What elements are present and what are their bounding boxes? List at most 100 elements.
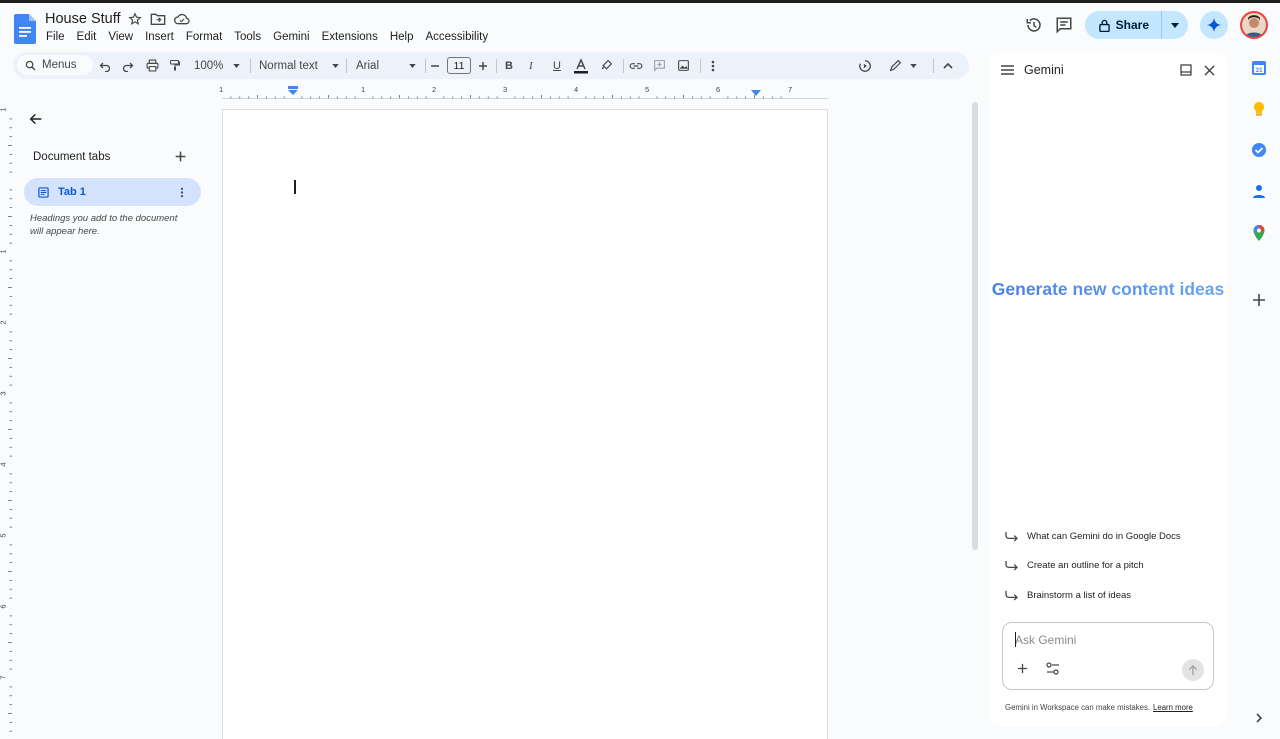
print-icon[interactable] (146, 52, 159, 79)
dock-panel-icon[interactable] (1180, 64, 1192, 76)
toolbar-divider (346, 59, 347, 73)
insert-image-icon[interactable] (677, 52, 690, 79)
send-button[interactable] (1182, 659, 1204, 681)
share-dropdown-button[interactable] (1162, 11, 1188, 39)
title-actions (128, 12, 190, 26)
gemini-disclaimer: Gemini in Workspace can make mistakes. Le… (1005, 703, 1193, 712)
document-tabs-heading: Document tabs (33, 151, 111, 163)
gemini-hero-text: Generate new content ideas (989, 277, 1227, 301)
ruler-label: 7 (0, 675, 8, 679)
chevron-down-icon (332, 63, 339, 68)
toolbar: Menus 100% Normal text Arial 11 B I U (13, 52, 969, 79)
collapse-toolbar-icon[interactable] (943, 52, 953, 79)
ruler-label: 2 (0, 320, 8, 324)
right-indent-marker-icon[interactable] (751, 90, 761, 96)
ruler-label: 5 (645, 85, 650, 94)
add-comment-icon[interactable] (653, 52, 666, 79)
bold-icon[interactable]: B (505, 52, 513, 79)
share-button[interactable]: Share (1084, 11, 1188, 39)
close-icon[interactable] (1204, 64, 1215, 76)
get-add-ons-plus-icon[interactable] (1250, 291, 1268, 309)
ruler-label: 1 (219, 85, 224, 94)
paragraph-style-select[interactable]: Normal text (259, 52, 339, 79)
italic-icon[interactable]: I (529, 52, 533, 79)
menu-gemini[interactable]: Gemini (267, 30, 315, 44)
paragraph-style-value: Normal text (259, 59, 318, 72)
close-outline-back-arrow-icon[interactable] (28, 111, 44, 127)
chevron-right-icon[interactable] (1250, 711, 1268, 725)
suggestion-label: Brainstorm a list of ideas (1027, 590, 1132, 601)
increase-font-size-icon[interactable] (478, 52, 488, 79)
toolbar-divider (933, 59, 934, 73)
menu-file[interactable]: File (40, 30, 71, 44)
search-icon (25, 60, 36, 71)
toolbar-divider (250, 59, 251, 73)
contacts-icon[interactable] (1250, 182, 1268, 200)
horizontal-ruler[interactable]: 1 1 2 3 4 5 6 7 (219, 85, 828, 99)
document-scrollbar[interactable] (972, 102, 978, 550)
more-options-icon[interactable] (711, 52, 715, 79)
menu-accessibility[interactable]: Accessibility (419, 30, 494, 44)
text-color-icon[interactable] (573, 52, 589, 79)
watch-progress-icon[interactable] (858, 52, 872, 79)
cloud-saved-icon[interactable] (174, 12, 190, 26)
underline-icon[interactable]: U (553, 52, 561, 79)
ruler-label: 3 (0, 391, 8, 395)
docs-logo-icon[interactable] (14, 14, 36, 44)
tasks-icon[interactable] (1250, 141, 1268, 159)
move-folder-icon[interactable] (150, 12, 166, 26)
menu-format[interactable]: Format (180, 30, 228, 44)
undo-icon[interactable] (99, 52, 111, 79)
learn-more-link[interactable]: Learn more (1153, 703, 1193, 712)
version-history-icon[interactable] (1025, 16, 1043, 34)
editing-mode-select[interactable] (889, 52, 917, 79)
disclaimer-text: Gemini in Workspace can make mistakes. (1005, 703, 1151, 712)
suggestion-label: Create an outline for a pitch (1027, 560, 1144, 571)
insert-link-icon[interactable] (629, 52, 643, 79)
font-select[interactable]: Arial (356, 52, 416, 79)
ruler-label: 6 (716, 85, 721, 94)
document-page[interactable] (222, 109, 828, 739)
redo-icon[interactable] (122, 52, 134, 79)
toolbar-divider (425, 59, 426, 73)
menu-extensions[interactable]: Extensions (316, 30, 384, 44)
menu-view[interactable]: View (102, 30, 139, 44)
maps-icon[interactable] (1250, 224, 1268, 242)
avatar[interactable] (1240, 11, 1268, 39)
gemini-suggestion[interactable]: Create an outline for a pitch (1005, 560, 1144, 571)
keep-icon[interactable] (1250, 100, 1268, 118)
left-indent-marker-icon[interactable] (288, 86, 298, 95)
zoom-value: 100% (194, 59, 224, 72)
ruler-label: 1 (0, 107, 8, 111)
gemini-button[interactable] (1200, 11, 1228, 39)
tab-options-icon[interactable] (180, 187, 184, 198)
gemini-suggestion[interactable]: What can Gemini do in Google Docs (1005, 531, 1181, 542)
star-icon[interactable] (128, 12, 142, 26)
font-size-field[interactable]: 11 (447, 52, 471, 79)
zoom-select[interactable]: 100% (194, 52, 241, 79)
paint-format-icon[interactable] (169, 52, 181, 79)
menu-insert[interactable]: Insert (139, 30, 180, 44)
highlight-color-icon[interactable] (600, 52, 613, 79)
gemini-suggestion[interactable]: Brainstorm a list of ideas (1005, 590, 1131, 601)
add-attachment-plus-icon[interactable] (1017, 663, 1028, 674)
calendar-icon[interactable]: 31 (1250, 59, 1268, 77)
decrease-font-size-icon[interactable] (430, 52, 440, 79)
comments-icon[interactable] (1055, 16, 1073, 34)
suggestion-arrow-icon (1005, 531, 1018, 542)
ruler-label: 7 (788, 85, 793, 94)
tools-settings-icon[interactable] (1046, 662, 1060, 675)
ask-gemini-input[interactable]: Ask Gemini (1002, 622, 1214, 690)
tab-1[interactable]: Tab 1 (24, 178, 201, 206)
document-title[interactable]: House Stuff (45, 11, 121, 27)
hamburger-menu-icon[interactable] (1001, 65, 1014, 75)
search-menus-button[interactable]: Menus (17, 55, 93, 75)
add-tab-plus-icon[interactable] (174, 150, 187, 163)
vertical-ruler[interactable]: 1 1 2 3 4 5 6 7 (0, 100, 12, 739)
header-actions: Share (1025, 11, 1268, 39)
menu-help[interactable]: Help (384, 30, 420, 44)
menu-tools[interactable]: Tools (228, 30, 267, 44)
gemini-panel-title: Gemini (1024, 63, 1064, 77)
toolbar-divider (623, 59, 624, 73)
menu-edit[interactable]: Edit (71, 30, 103, 44)
